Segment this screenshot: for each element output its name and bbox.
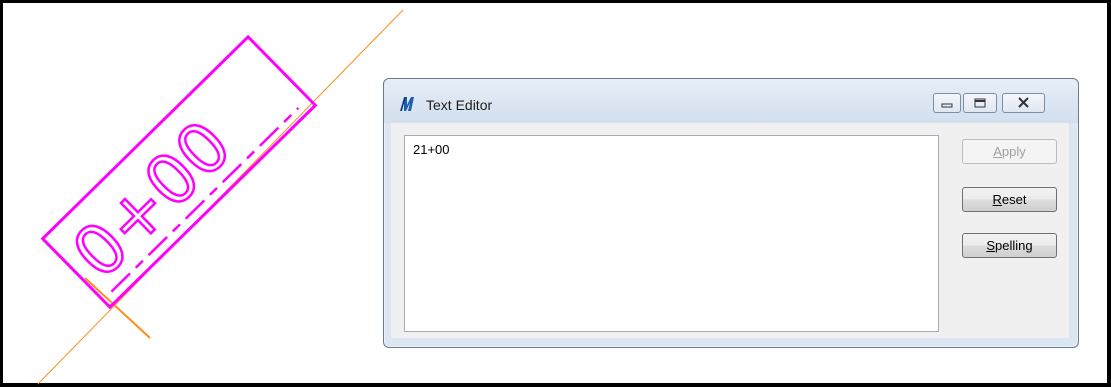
- dialog-title-bar[interactable]: Text Editor: [384, 79, 1078, 123]
- text-editor-dialog: Text Editor 21+00 Apply Reset Spelling: [383, 78, 1079, 348]
- reset-mnemonic: R: [992, 192, 1002, 207]
- dialog-title: Text Editor: [426, 97, 493, 113]
- reset-label: eset: [1001, 192, 1027, 207]
- spelling-mnemonic: S: [986, 238, 996, 253]
- station-label-group[interactable]: 0+00: [40, 34, 318, 310]
- text-editor-field[interactable]: 21+00: [404, 135, 939, 332]
- close-button[interactable]: [1002, 93, 1045, 113]
- close-icon: [1018, 97, 1029, 108]
- apply-button[interactable]: Apply: [962, 139, 1057, 164]
- reset-button[interactable]: Reset: [962, 187, 1057, 212]
- minimize-icon: [941, 103, 953, 108]
- apply-label: pply: [1001, 144, 1026, 159]
- spelling-label: pelling: [995, 238, 1033, 253]
- apply-mnemonic: A: [993, 144, 1002, 159]
- microstation-app-icon: [400, 97, 414, 112]
- dialog-client-area: 21+00 Apply Reset Spelling: [391, 123, 1069, 338]
- maximize-icon: [974, 98, 986, 108]
- maximize-button[interactable]: [963, 93, 997, 113]
- minimize-button[interactable]: [933, 93, 961, 113]
- spelling-button[interactable]: Spelling: [962, 233, 1057, 258]
- editor-text: 21+00: [413, 142, 450, 157]
